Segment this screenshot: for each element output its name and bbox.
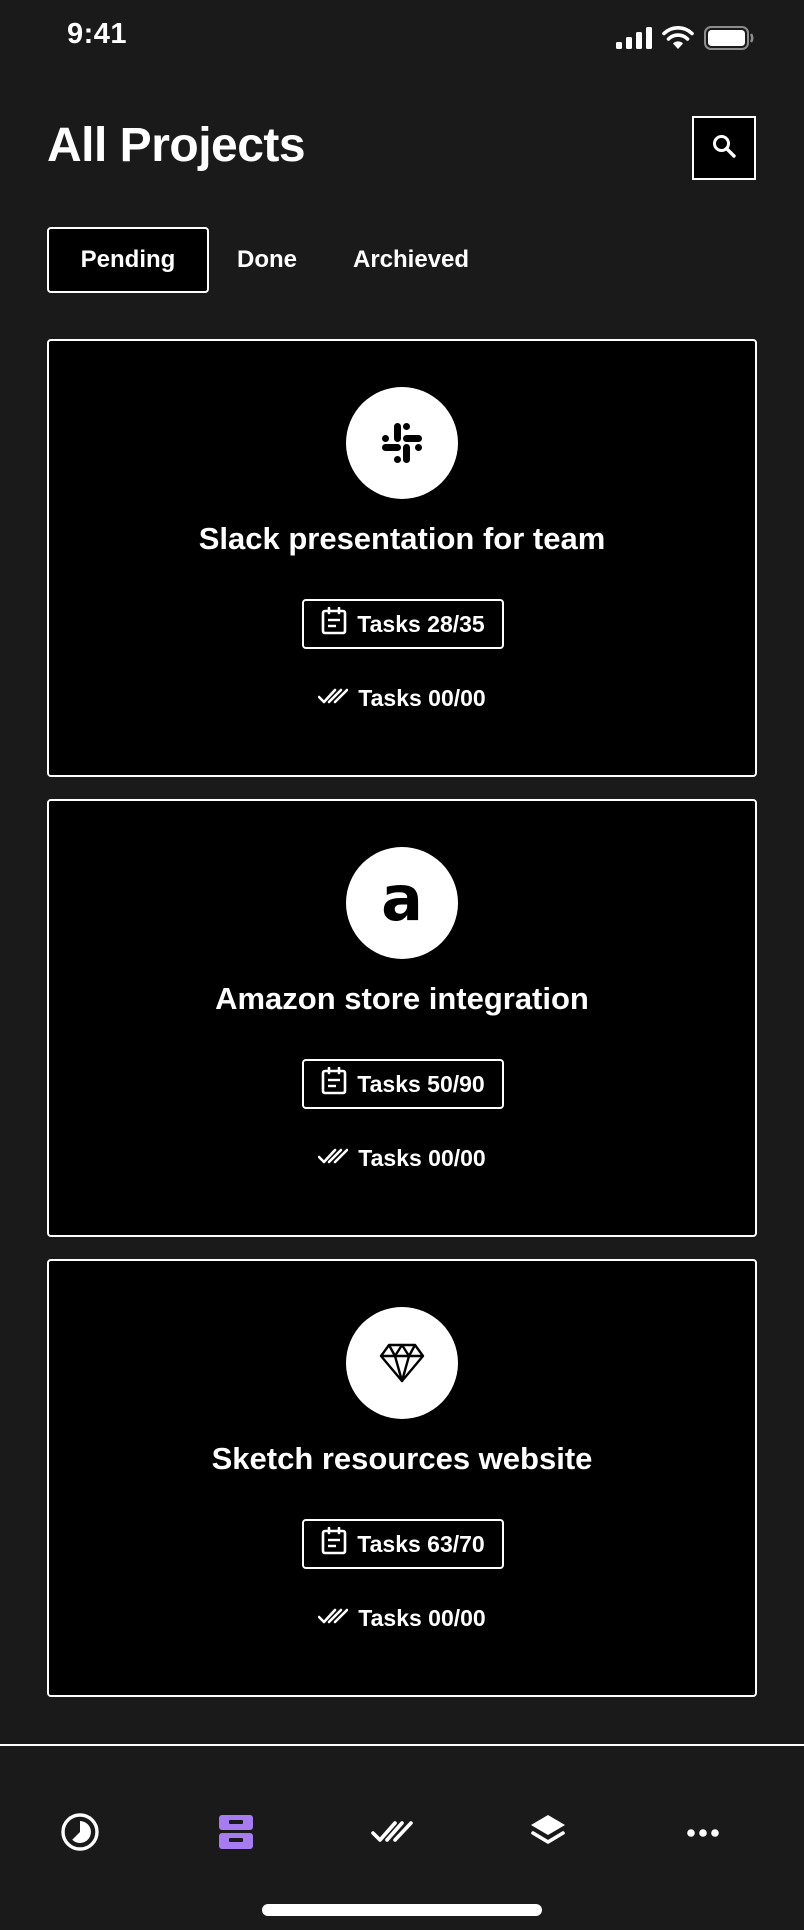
tab-archieved[interactable]: Archieved bbox=[325, 227, 497, 293]
tasks-done-label: Tasks 00/00 bbox=[358, 1145, 486, 1171]
double-check-icon bbox=[371, 1818, 413, 1851]
search-icon bbox=[711, 133, 737, 164]
tasks-done-row: Tasks 00/00 bbox=[49, 1145, 755, 1172]
dashboard-clock-icon bbox=[60, 1812, 100, 1857]
more-dots-icon bbox=[686, 1825, 720, 1843]
tasks-done-row: Tasks 00/00 bbox=[49, 1605, 755, 1632]
nav-layers[interactable] bbox=[520, 1806, 576, 1862]
search-button[interactable] bbox=[692, 116, 756, 180]
bottom-nav bbox=[0, 1744, 804, 1930]
tab-pending[interactable]: Pending bbox=[47, 227, 209, 293]
calendar-icon bbox=[321, 606, 347, 641]
amazon-logo: a bbox=[346, 847, 458, 959]
tasks-progress-badge: Tasks 63/70 bbox=[302, 1519, 504, 1569]
home-indicator bbox=[262, 1904, 542, 1916]
page-title: All Projects bbox=[47, 119, 306, 172]
nav-dashboard[interactable] bbox=[52, 1806, 108, 1862]
nav-more[interactable] bbox=[675, 1806, 731, 1862]
battery-icon bbox=[704, 26, 754, 55]
project-tabs: Pending Done Archieved bbox=[47, 227, 497, 293]
tasks-progress-label: Tasks 28/35 bbox=[357, 610, 485, 637]
tasks-progress-badge: Tasks 50/90 bbox=[302, 1059, 504, 1109]
project-title: Slack presentation for team bbox=[198, 521, 606, 556]
project-card-slack[interactable]: Slack presentation for team Tasks 28/35 bbox=[47, 339, 757, 777]
tasks-progress-label: Tasks 50/90 bbox=[357, 1070, 485, 1097]
calendar-icon bbox=[321, 1526, 347, 1561]
project-title: Sketch resources website bbox=[211, 1441, 593, 1476]
inbox-tray-icon bbox=[217, 1813, 255, 1856]
diamond-icon bbox=[379, 1343, 425, 1383]
slack-logo bbox=[346, 387, 458, 499]
project-card-amazon[interactable]: a Amazon store integration Tasks 50/90 T… bbox=[47, 799, 757, 1237]
slack-icon bbox=[382, 423, 422, 463]
project-title: Amazon store integration bbox=[215, 981, 589, 1016]
screen: 9:41 All Projects Pending Done Archieved… bbox=[0, 0, 804, 1930]
tasks-done-label: Tasks 00/00 bbox=[358, 1605, 486, 1631]
tasks-progress-label: Tasks 63/70 bbox=[357, 1530, 485, 1557]
cellular-signal-icon bbox=[616, 27, 652, 54]
layers-icon bbox=[529, 1813, 567, 1856]
status-bar: 9:41 bbox=[0, 0, 804, 80]
double-check-icon bbox=[317, 1145, 349, 1172]
double-check-icon bbox=[317, 1605, 349, 1632]
nav-inbox[interactable] bbox=[208, 1806, 264, 1862]
tasks-progress-badge: Tasks 28/35 bbox=[302, 599, 504, 649]
project-card-sketch[interactable]: Sketch resources website Tasks 63/70 Tas… bbox=[47, 1259, 757, 1697]
status-icons bbox=[616, 26, 754, 55]
nav-completed[interactable] bbox=[364, 1806, 420, 1862]
tab-done[interactable]: Done bbox=[209, 227, 325, 293]
sketch-diamond-logo bbox=[346, 1307, 458, 1419]
status-time: 9:41 bbox=[67, 18, 128, 50]
double-check-icon bbox=[317, 685, 349, 712]
calendar-icon bbox=[321, 1066, 347, 1101]
amazon-logo-text: a bbox=[381, 862, 423, 935]
tasks-done-row: Tasks 00/00 bbox=[49, 685, 755, 712]
tasks-done-label: Tasks 00/00 bbox=[358, 685, 486, 711]
wifi-icon bbox=[662, 26, 694, 55]
